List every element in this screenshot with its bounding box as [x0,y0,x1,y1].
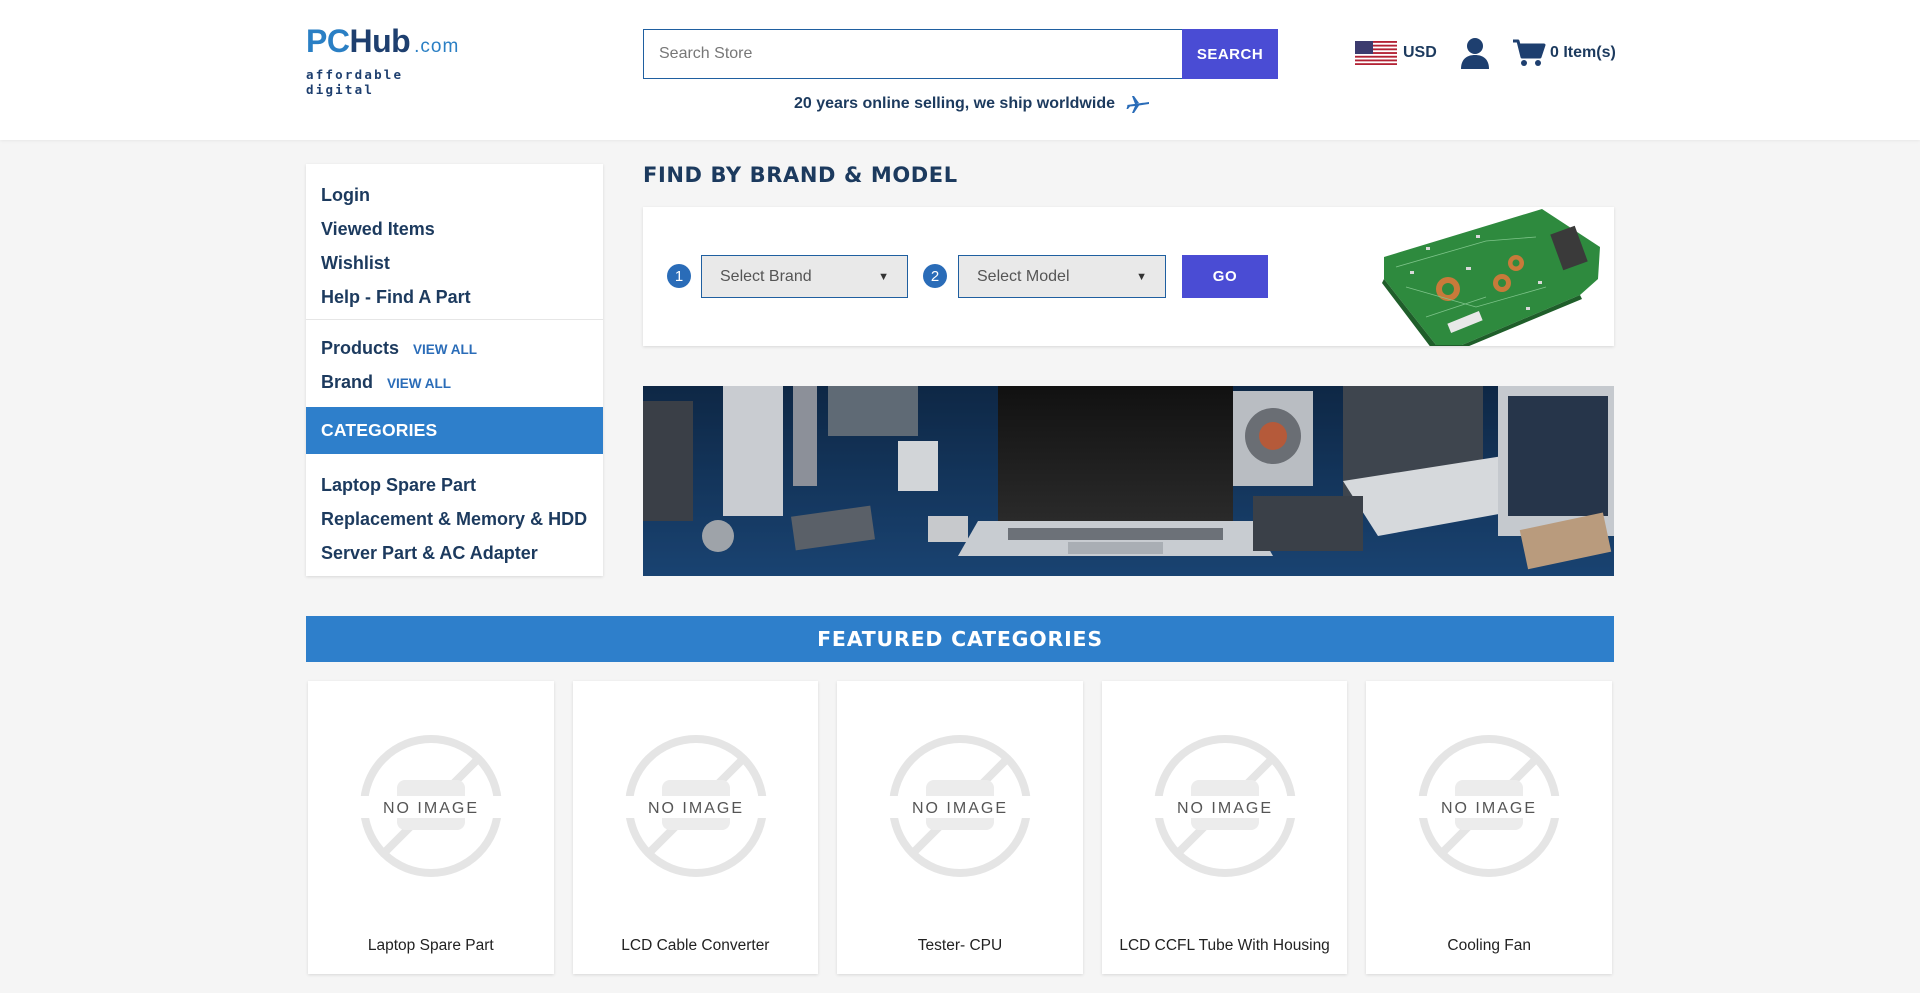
featured-categories-header: FEATURED CATEGORIES [306,616,1614,662]
sidebar-wishlist-link[interactable]: Wishlist [321,246,588,280]
no-image-placeholder-icon: NO IMAGE [623,735,768,877]
logo-com: .com [414,36,460,57]
sidebar-help-link[interactable]: Help - Find A Part [321,280,588,314]
products-row: Products VIEW ALL [321,332,588,366]
brand-select[interactable]: Select Brand ▼ [701,255,908,298]
currency-selector[interactable]: USD [1355,41,1437,65]
us-flag-icon [1355,41,1397,65]
featured-category-card[interactable]: NO IMAGE Laptop Spare Part [308,681,554,974]
chevron-down-icon: ▼ [878,270,889,283]
sidebar-brand-link[interactable]: Brand [321,366,373,399]
finder-title: FIND BY BRAND & MODEL [643,163,958,187]
featured-category-label: LCD Cable Converter [621,937,770,954]
featured-categories-grid: NO IMAGE Laptop Spare Part NO IMAGE LCD … [308,681,1612,974]
no-image-text: NO IMAGE [1441,800,1537,817]
sidebar-login-link[interactable]: Login [321,178,588,212]
featured-category-label: Laptop Spare Part [367,937,494,954]
model-select[interactable]: Select Model ▼ [958,255,1166,298]
logo-pc: PC [306,23,350,59]
no-image-text: NO IMAGE [383,800,479,817]
site-header: PCHub.com affordable digital SEARCH 20 y… [0,0,1920,140]
featured-category-card[interactable]: NO IMAGE LCD Cable Converter [572,681,819,974]
featured-category-label: Tester- CPU [917,937,1003,954]
featured-category-card[interactable]: NO IMAGE Cooling Fan [1366,681,1612,974]
brand-model-finder: 1 Select Brand ▼ 2 Select Model ▼ GO [643,207,1614,346]
category-link[interactable]: Replacement & Memory & HDD [321,502,588,536]
no-image-text: NO IMAGE [912,800,1008,817]
step-2-badge: 2 [923,264,947,288]
cart-count-label: 0 Item(s) [1550,44,1616,61]
sidebar: Login Viewed Items Wishlist Help - Find … [306,164,603,576]
search-button[interactable]: SEARCH [1182,29,1278,79]
products-view-all-link[interactable]: VIEW ALL [413,333,477,366]
no-image-placeholder-icon: NO IMAGE [1152,735,1297,877]
brand-row: Brand VIEW ALL [321,366,588,400]
featured-category-label: LCD CCFL Tube With Housing [1119,937,1330,954]
logo-wordmark: PCHub .com [306,25,466,63]
no-image-placeholder-icon: NO IMAGE [359,735,503,877]
user-account-icon[interactable] [1460,37,1490,69]
no-image-placeholder-icon: NO IMAGE [1417,735,1562,877]
no-image-placeholder-icon: NO IMAGE [888,735,1033,877]
featured-category-label: Cooling Fan [1447,937,1531,954]
logo-tagline: affordable digital [306,67,404,97]
shopping-cart-icon [1513,39,1546,66]
shipping-tagline-text: 20 years online selling, we ship worldwi… [794,95,1115,112]
sidebar-viewed-items-link[interactable]: Viewed Items [321,212,588,246]
model-select-value: Select Model [977,267,1070,285]
sidebar-products-link[interactable]: Products [321,332,399,365]
search-input[interactable] [643,29,1182,79]
currency-label: USD [1403,44,1437,61]
cart-button[interactable]: 0 Item(s) [1512,38,1616,68]
categories-header: CATEGORIES [306,407,603,454]
go-button[interactable]: GO [1182,255,1268,298]
brand-select-value: Select Brand [720,267,812,285]
category-list: Laptop Spare Part Replacement & Memory &… [306,454,603,570]
chevron-down-icon: ▼ [1136,270,1147,283]
browse-links: Products VIEW ALL Brand VIEW ALL [306,320,603,407]
logo-hub: Hub [349,23,411,59]
search-bar: SEARCH [643,29,1278,79]
category-link[interactable]: Server Part & AC Adapter [321,536,588,570]
no-image-text: NO IMAGE [648,800,744,817]
featured-category-card[interactable]: NO IMAGE Tester- CPU [837,681,1083,974]
category-link[interactable]: Laptop Spare Part [321,468,588,502]
site-logo[interactable]: PCHub .com affordable digital [306,25,466,97]
step-1-badge: 1 [667,264,691,288]
hero-banner-image [643,386,1614,576]
circuit-board-image [1366,207,1614,346]
featured-category-card[interactable]: NO IMAGE LCD CCFL Tube With Housing [1101,681,1348,974]
shipping-tagline: 20 years online selling, we ship worldwi… [794,92,1151,116]
no-image-text: NO IMAGE [1177,800,1273,817]
account-links: Login Viewed Items Wishlist Help - Find … [306,164,603,320]
airplane-icon [1126,96,1149,113]
brand-view-all-link[interactable]: VIEW ALL [387,367,451,400]
